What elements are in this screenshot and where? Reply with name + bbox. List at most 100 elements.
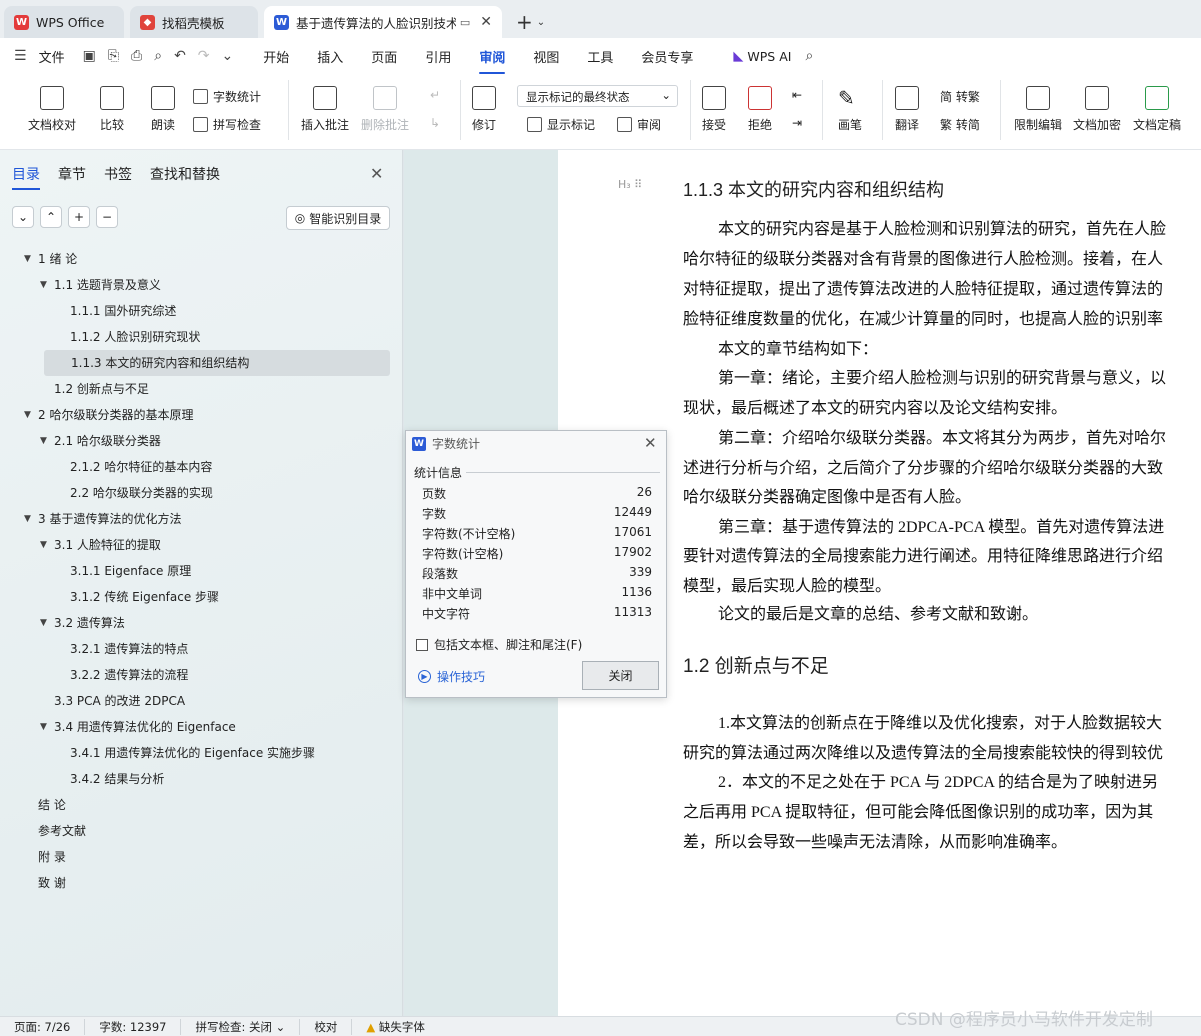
- expand-down-icon[interactable]: ⌄: [12, 206, 34, 228]
- tab-template[interactable]: ◆ 找稻壳模板: [130, 6, 258, 38]
- review-pane-button[interactable]: 审阅: [617, 116, 661, 133]
- chevron-down-icon[interactable]: ⌄: [537, 17, 545, 28]
- toc-item[interactable]: 3.1.2 传统 Eigenface 步骤: [0, 584, 403, 610]
- tab-toc[interactable]: 目录: [12, 164, 40, 190]
- insert-comment-button[interactable]: 插入批注: [301, 86, 349, 133]
- to-simplified-button[interactable]: 繁 转简: [940, 116, 980, 133]
- tab-find-replace[interactable]: 查找和替换: [150, 164, 220, 190]
- toc-item[interactable]: ▼ 3 基于遗传算法的优化方法: [0, 506, 403, 532]
- checkbox-box[interactable]: [416, 638, 428, 651]
- print-preview-icon[interactable]: ⌕: [154, 48, 162, 64]
- to-traditional-button[interactable]: 简 转繁: [940, 88, 980, 105]
- toc-item[interactable]: 3.1.1 Eigenface 原理: [0, 558, 403, 584]
- toc-item[interactable]: 3.4.2 结果与分析: [0, 766, 403, 792]
- spell-check-indicator[interactable]: 拼写检查: 关闭 ⌄: [181, 1018, 301, 1035]
- toc-item[interactable]: ▼ 2 哈尔级联分类器的基本原理: [0, 402, 403, 428]
- print-icon[interactable]: ⎙: [131, 48, 142, 64]
- restrict-edit-button[interactable]: 限制编辑: [1014, 86, 1062, 133]
- prev-change-icon[interactable]: ⇤: [792, 88, 802, 102]
- finalize-button[interactable]: 文档定稿: [1133, 86, 1181, 133]
- spell-check-button[interactable]: 拼写检查: [193, 116, 261, 133]
- word-count-button[interactable]: 字数统计: [193, 88, 261, 105]
- compare-button[interactable]: 比较: [100, 86, 124, 133]
- toc-item[interactable]: 1.1.2 人脸识别研究现状: [0, 324, 403, 350]
- toc-item[interactable]: 3.4.1 用遗传算法优化的 Eigenface 实施步骤: [0, 740, 403, 766]
- wps-ai-icon[interactable]: ◣: [733, 49, 743, 64]
- toc-item[interactable]: 3.2.2 遗传算法的流程: [0, 662, 403, 688]
- show-markup-button[interactable]: 显示标记: [527, 116, 595, 133]
- toc-item[interactable]: 结 论: [0, 792, 403, 818]
- expand-arrow-icon[interactable]: ▼: [40, 428, 47, 454]
- search-icon[interactable]: ⌕: [805, 48, 813, 64]
- menu-member[interactable]: 会员专享: [641, 47, 693, 66]
- expand-arrow-icon[interactable]: ▼: [24, 402, 31, 428]
- menu-view[interactable]: 视图: [533, 47, 559, 66]
- expand-arrow-icon[interactable]: ▼: [24, 506, 31, 532]
- toc-item[interactable]: 1.1.1 国外研究综述: [0, 298, 403, 324]
- undo-icon[interactable]: ↶: [174, 48, 186, 64]
- read-aloud-button[interactable]: 朗读: [151, 86, 175, 133]
- toc-item[interactable]: ▼ 3.1 人脸特征的提取: [0, 532, 403, 558]
- expand-arrow-icon[interactable]: ▼: [40, 272, 47, 298]
- more-chevron-icon[interactable]: ⌄: [222, 48, 234, 64]
- tab-wps-office[interactable]: W WPS Office: [4, 6, 124, 38]
- add-heading-icon[interactable]: +: [68, 206, 90, 228]
- prev-comment-icon[interactable]: ↵: [430, 88, 440, 102]
- page-indicator[interactable]: 页面: 7/26: [0, 1018, 86, 1035]
- tab-bookmark[interactable]: 书签: [104, 164, 132, 190]
- next-comment-icon[interactable]: ↳: [430, 116, 440, 130]
- doc-check-button[interactable]: 文档校对: [28, 86, 76, 133]
- toc-item[interactable]: ▼ 2.1 哈尔级联分类器: [0, 428, 403, 454]
- proof-indicator[interactable]: 校对: [300, 1018, 353, 1035]
- reject-button[interactable]: 拒绝: [748, 86, 772, 133]
- menu-insert[interactable]: 插入: [317, 47, 343, 66]
- tab-chapter[interactable]: 章节: [58, 164, 86, 190]
- expand-arrow-icon[interactable]: ▼: [40, 714, 47, 740]
- expand-arrow-icon[interactable]: ▼: [40, 532, 47, 558]
- include-textbox-checkbox[interactable]: 包括文本框、脚注和尾注(F): [416, 636, 582, 653]
- new-tab-button[interactable]: + ⌄: [508, 6, 553, 38]
- heading-marker-icon[interactable]: H₃ ⠿: [618, 178, 642, 191]
- smart-toc-button[interactable]: ◎ 智能识别目录: [286, 206, 390, 230]
- toc-item[interactable]: 1.1.3 本文的研究内容和组织结构: [44, 350, 390, 376]
- expand-arrow-icon[interactable]: ▼: [40, 610, 47, 636]
- tips-link[interactable]: ▶ 操作技巧: [418, 668, 485, 685]
- toc-item[interactable]: ▼ 3.2 遗传算法: [0, 610, 403, 636]
- toc-item[interactable]: ▼ 1.1 选题背景及意义: [0, 272, 403, 298]
- pen-button[interactable]: ✎ 画笔: [838, 86, 862, 133]
- missing-font-indicator[interactable]: ▲ 缺失字体: [352, 1019, 439, 1035]
- encrypt-button[interactable]: 文档加密: [1073, 86, 1121, 133]
- hamburger-icon[interactable]: ☰: [14, 48, 27, 64]
- menu-start[interactable]: 开始: [263, 47, 289, 66]
- word-count-indicator[interactable]: 字数: 12397: [85, 1018, 182, 1035]
- translate-button[interactable]: 翻译: [895, 86, 919, 133]
- wps-ai-button[interactable]: WPS AI: [747, 49, 791, 64]
- redo-icon[interactable]: ↷: [198, 48, 210, 64]
- file-menu[interactable]: 文件: [39, 47, 65, 66]
- export-icon[interactable]: ⎘: [108, 48, 119, 64]
- toc-item[interactable]: 1.2 创新点与不足: [0, 376, 403, 402]
- toc-item[interactable]: 附 录: [0, 844, 403, 870]
- collapse-up-icon[interactable]: ⌃: [40, 206, 62, 228]
- toc-item[interactable]: 参考文献: [0, 818, 403, 844]
- toc-item[interactable]: ▼ 3.4 用遗传算法优化的 Eigenface: [0, 714, 403, 740]
- dialog-close-icon[interactable]: ✕: [644, 434, 657, 452]
- menu-tools[interactable]: 工具: [587, 47, 613, 66]
- toc-item[interactable]: 3.3 PCA 的改进 2DPCA: [0, 688, 403, 714]
- menu-page[interactable]: 页面: [371, 47, 397, 66]
- close-icon[interactable]: ✕: [370, 164, 383, 183]
- screen-icon[interactable]: ▭: [460, 16, 470, 29]
- close-button[interactable]: 关闭: [582, 661, 659, 690]
- close-tab-icon[interactable]: ✕: [480, 14, 492, 30]
- next-change-icon[interactable]: ⇥: [792, 116, 802, 130]
- delete-comment-button[interactable]: 删除批注: [361, 86, 409, 133]
- expand-arrow-icon[interactable]: ▼: [24, 246, 31, 272]
- toc-item[interactable]: 3.2.1 遗传算法的特点: [0, 636, 403, 662]
- menu-reference[interactable]: 引用: [425, 47, 451, 66]
- toc-item[interactable]: 2.2 哈尔级联分类器的实现: [0, 480, 403, 506]
- tab-document[interactable]: W 基于遗传算法的人脸识别技术 ▭ ✕: [264, 6, 502, 38]
- toc-item[interactable]: 2.1.2 哈尔特征的基本内容: [0, 454, 403, 480]
- toc-item[interactable]: 致 谢: [0, 870, 403, 896]
- markup-state-select[interactable]: 显示标记的最终状态 ⌄: [517, 85, 678, 107]
- save-icon[interactable]: ▣: [83, 48, 96, 64]
